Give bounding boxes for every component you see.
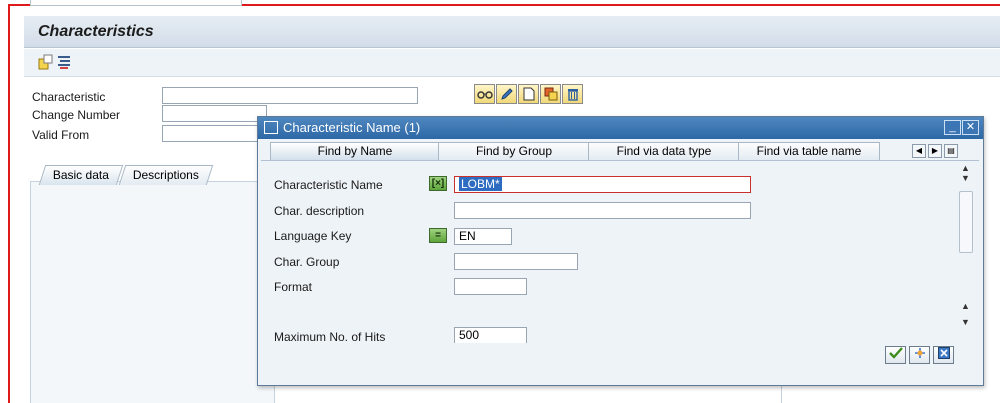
characteristic-input[interactable] [162,87,418,104]
select-option-equal-icon[interactable]: = [429,228,447,243]
char-name-input[interactable]: LOBM* [454,176,751,193]
format-label: Format [274,280,313,294]
other-object-icon[interactable] [38,54,54,70]
char-description-input[interactable] [454,202,751,219]
page-title: Characteristics [38,23,154,40]
dialog-title: Characteristic Name (1) [283,120,421,135]
format-input[interactable] [454,278,527,295]
display-glasses-icon[interactable] [474,84,495,104]
lower-scrollbar[interactable]: ▲ ▼ [958,301,974,337]
cancel-icon[interactable] [933,346,954,364]
char-name-value: LOBM* [459,177,502,191]
dialog-title-bar: Characteristic Name (1) _ ✕ [258,117,983,139]
valid-from-input[interactable] [162,125,262,142]
top-edge-field[interactable] [30,0,242,6]
dialog-criteria-area: Characteristic Name [×] LOBM* Char. desc… [261,160,979,343]
dialog-tabstrip: Find by Name Find by Group Find via data… [270,142,880,160]
continue-check-icon[interactable] [885,346,906,364]
object-action-buttons [474,84,583,104]
tab-basic-data-label: Basic data [52,168,109,182]
close-icon[interactable]: ✕ [962,120,979,135]
hierarchy-icon[interactable] [56,54,72,70]
scroll-up-icon[interactable]: ▲ [961,163,970,173]
tab-basic-data[interactable]: Basic data [38,165,124,185]
tab-find-via-data-type[interactable]: Find via data type [588,142,740,160]
copy-icon[interactable] [540,84,561,104]
title-bar: Characteristics [24,16,1000,48]
tab-descriptions-label: Descriptions [132,168,199,182]
valid-from-label: Valid From [32,128,90,142]
multiple-selection-icon[interactable] [909,346,930,364]
tab-scroll-left-icon[interactable]: ◀ [912,144,926,158]
char-group-label: Char. Group [274,255,340,269]
language-key-input[interactable]: EN [454,228,512,245]
tab-scroll-right-icon[interactable]: ▶ [928,144,942,158]
scroll-up-icon-2[interactable]: ▲ [961,301,970,311]
create-document-icon[interactable] [518,84,539,104]
max-hits-input[interactable]: 500 [454,327,527,343]
scroll-thumb[interactable] [959,191,973,253]
change-number-input[interactable] [162,105,267,122]
scroll-down-icon[interactable]: ▼ [961,173,970,183]
change-number-label: Change Number [32,108,121,122]
language-key-label: Language Key [274,229,352,243]
tab-find-by-name[interactable]: Find by Name [270,142,440,160]
criteria-scrollbar[interactable]: ▲ ▼ [958,163,974,255]
char-description-label: Char. description [274,204,365,218]
minimize-icon[interactable]: _ [944,120,961,135]
tab-list-icon[interactable]: ▤ [944,144,958,158]
application-toolbar [24,49,1000,77]
tab-descriptions[interactable]: Descriptions [118,165,214,185]
max-hits-row: Maximum No. of Hits 500 [261,327,951,343]
characteristic-label: Characteristic [32,90,106,104]
change-pencil-icon[interactable] [496,84,517,104]
max-hits-label: Maximum No. of Hits [274,330,386,343]
dialog-window-icon [264,121,278,134]
main-tabstrip: Basic data Descriptions [38,165,214,185]
dialog-footer-buttons [885,346,954,364]
char-name-label: Characteristic Name [274,178,383,192]
tab-content-area [30,181,275,403]
scroll-down-icon-2[interactable]: ▼ [961,317,970,327]
search-help-dialog: Characteristic Name (1) _ ✕ Find by Name… [257,116,984,386]
select-option-exclude-icon[interactable]: [×] [429,176,447,191]
tab-find-via-table-name[interactable]: Find via table name [738,142,880,160]
char-group-input[interactable] [454,253,578,270]
tab-find-by-group[interactable]: Find by Group [438,142,590,160]
delete-trash-icon[interactable] [562,84,583,104]
